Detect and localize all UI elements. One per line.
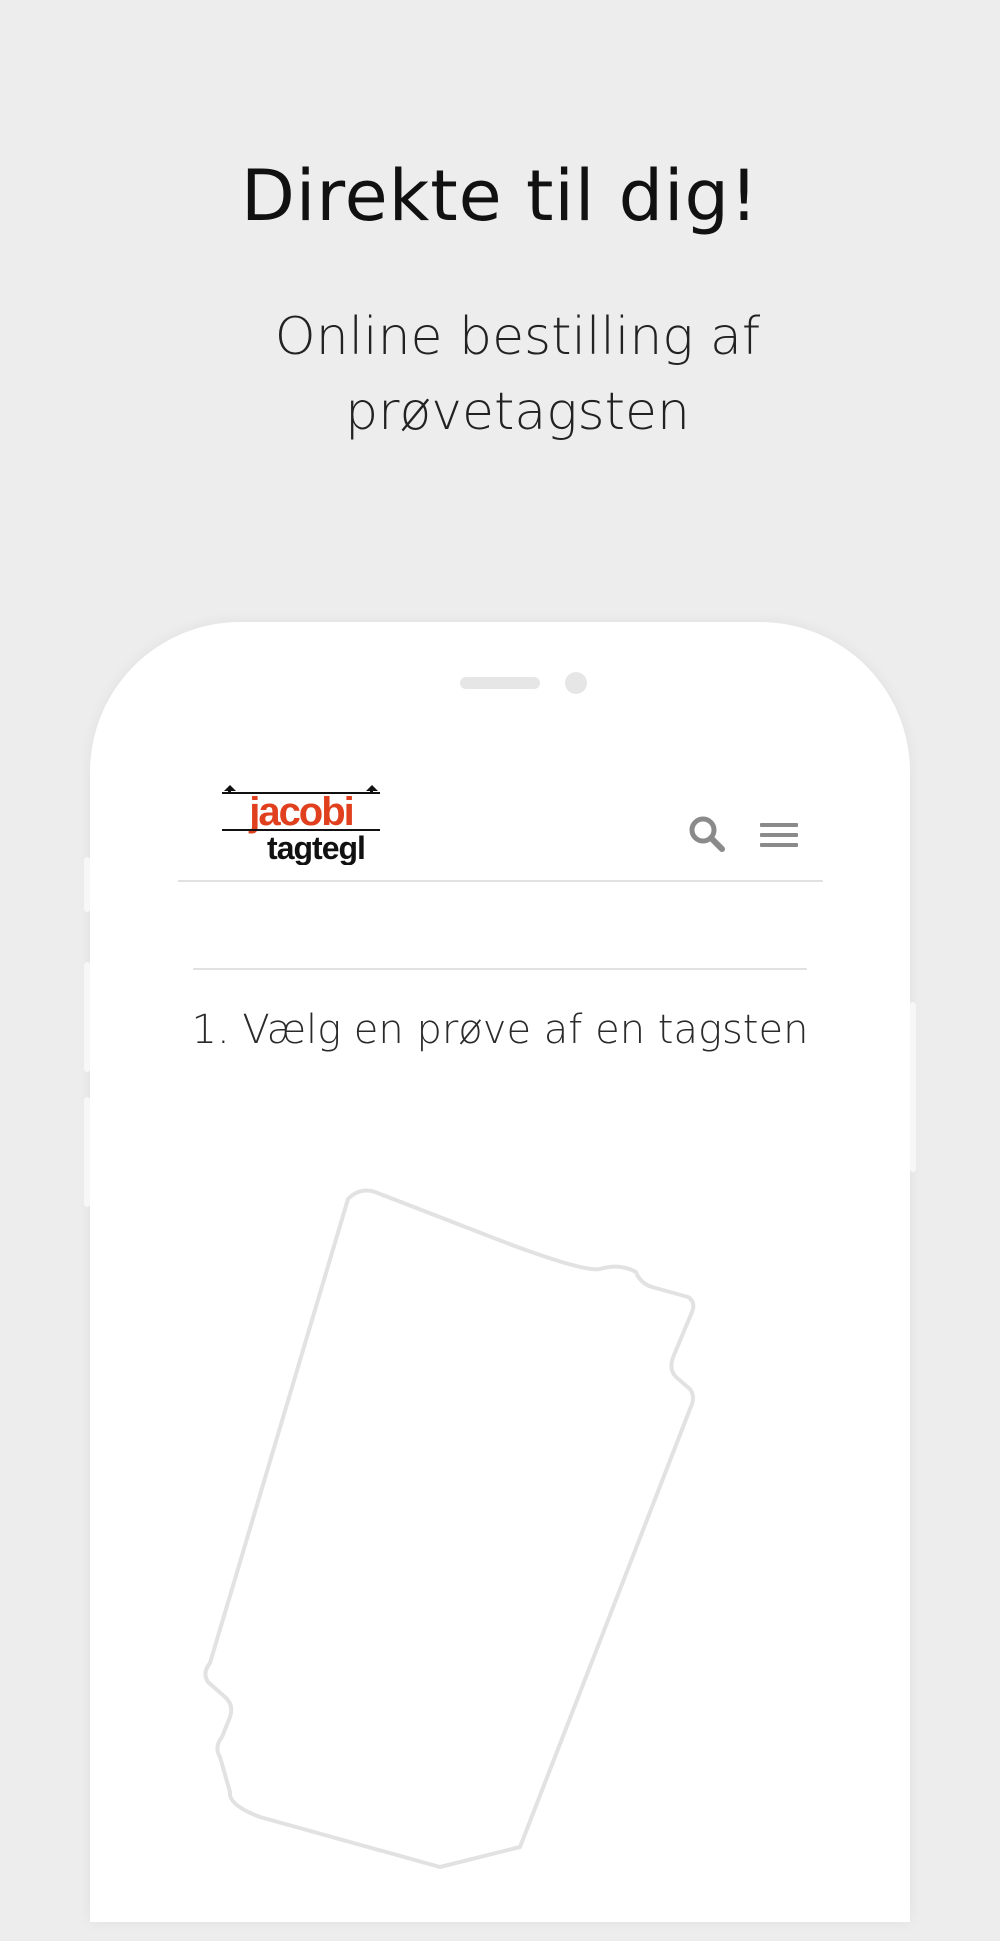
- hamburger-menu-icon[interactable]: [760, 820, 800, 850]
- headline: Direkte til dig!: [241, 155, 759, 237]
- phone-speaker: [460, 677, 540, 689]
- search-icon[interactable]: [688, 815, 726, 853]
- phone-mockup: jacobi tagtegl 1. Vælg en prøve af en ta…: [84, 622, 916, 1922]
- phone-side-button: [910, 1002, 916, 1172]
- svg-text:tagtegl: tagtegl: [267, 830, 365, 865]
- phone-camera: [565, 672, 587, 694]
- roof-tile-outline[interactable]: [200, 1177, 800, 1937]
- phone-side-button: [84, 962, 90, 1072]
- phone-side-button: [84, 1097, 90, 1207]
- jacobi-tagtegl-logo[interactable]: jacobi tagtegl: [216, 775, 391, 866]
- svg-text:jacobi: jacobi: [248, 790, 353, 834]
- app-header: jacobi tagtegl: [178, 770, 823, 882]
- step-title: 1. Vælg en prøve af en tagsten: [191, 1007, 809, 1053]
- subheadline: Online bestilling af prøvetagsten: [274, 307, 761, 442]
- phone-side-button: [84, 857, 90, 912]
- section-divider: [193, 968, 807, 970]
